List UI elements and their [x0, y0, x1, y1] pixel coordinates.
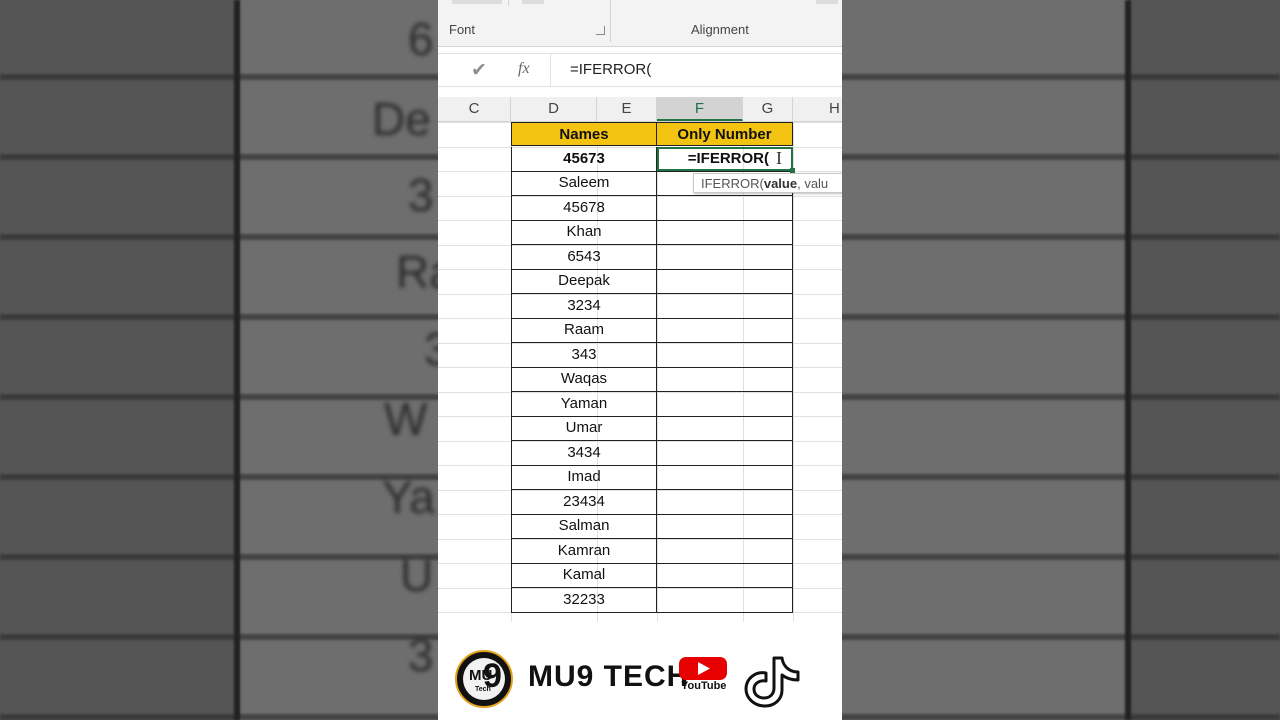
- name-cell[interactable]: Khan: [511, 220, 657, 245]
- insert-function-icon[interactable]: fx: [518, 60, 530, 78]
- only-number-cell[interactable]: [656, 465, 793, 490]
- brand-bar: MU 9 Tech MU9 TECH YouTube: [438, 630, 842, 720]
- name-cell[interactable]: Kamran: [511, 539, 657, 564]
- active-cell-value: =IFERROR(: [687, 150, 769, 167]
- background-text: 3: [408, 169, 434, 221]
- name-cell[interactable]: 45673: [511, 147, 657, 172]
- background-gridline-vertical: [1125, 0, 1131, 720]
- formula-bar: ✔ fx =IFERROR(: [438, 53, 842, 87]
- name-cell[interactable]: Kamal: [511, 563, 657, 588]
- ribbon-control-stub: [452, 0, 502, 4]
- function-tooltip[interactable]: IFERROR(value, valu: [693, 173, 842, 193]
- name-cell[interactable]: 343: [511, 343, 657, 368]
- text-cursor-icon: I: [776, 148, 782, 168]
- background-gridline-vertical: [234, 0, 240, 720]
- only-number-cell[interactable]: [656, 416, 793, 441]
- ribbon-separator: [610, 0, 611, 42]
- only-number-cell[interactable]: [656, 196, 793, 221]
- column-header-e[interactable]: E: [597, 97, 657, 121]
- only-number-cell[interactable]: [656, 294, 793, 319]
- column-header-h[interactable]: H: [793, 97, 842, 121]
- dialog-launcher-icon[interactable]: [596, 26, 605, 35]
- only-number-cell[interactable]: [656, 539, 793, 564]
- youtube-label: YouTube: [681, 680, 727, 692]
- logo-tech: Tech: [475, 686, 491, 693]
- ribbon-group-alignment-label: Alignment: [691, 22, 749, 37]
- tooltip-current-argument[interactable]: value: [764, 176, 797, 191]
- only-number-cell[interactable]: [656, 245, 793, 270]
- name-cell[interactable]: 32233: [511, 588, 657, 613]
- background-text: Ya: [382, 471, 435, 523]
- ribbon-group-font-label: Font: [449, 22, 476, 37]
- only-number-cell[interactable]: [656, 563, 793, 588]
- tooltip-rest: , valu: [797, 176, 829, 191]
- background-text: 6: [408, 13, 434, 65]
- only-number-cell[interactable]: [656, 392, 793, 417]
- name-cell[interactable]: Saleem: [511, 171, 657, 196]
- name-cell[interactable]: Yaman: [511, 392, 657, 417]
- column-header-g[interactable]: G: [743, 97, 793, 121]
- only-number-cell[interactable]: [656, 514, 793, 539]
- gridline-vertical: [793, 122, 794, 622]
- formula-input[interactable]: =IFERROR(: [570, 61, 651, 78]
- header-names[interactable]: Names: [511, 122, 657, 146]
- header-only-number[interactable]: Only Number: [656, 122, 793, 146]
- background-text: U: [400, 549, 434, 601]
- check-icon[interactable]: ✔: [471, 59, 487, 82]
- name-cell[interactable]: 3234: [511, 294, 657, 319]
- name-cell[interactable]: Umar: [511, 416, 657, 441]
- name-cell[interactable]: 3434: [511, 441, 657, 466]
- ribbon-control-stub: [816, 0, 838, 4]
- tooltip-function-name: IFERROR(: [701, 176, 764, 191]
- ribbon: Font Alignment: [438, 0, 842, 47]
- background-text: W: [384, 393, 428, 445]
- column-header-f[interactable]: F: [657, 97, 743, 121]
- tiktok-icon: [744, 656, 800, 708]
- mu9-logo-icon: MU 9 Tech: [455, 650, 513, 708]
- ribbon-separator: [508, 0, 509, 6]
- column-header-c[interactable]: C: [438, 97, 511, 121]
- background-text: 3: [408, 629, 434, 681]
- name-cell[interactable]: Raam: [511, 318, 657, 343]
- name-cell[interactable]: Waqas: [511, 367, 657, 392]
- name-cell[interactable]: 45678: [511, 196, 657, 221]
- name-cell[interactable]: 23434: [511, 490, 657, 515]
- only-number-cell[interactable]: [656, 367, 793, 392]
- name-cell[interactable]: Salman: [511, 514, 657, 539]
- ribbon-control-stub: [522, 0, 544, 4]
- only-number-cell[interactable]: [656, 220, 793, 245]
- only-number-cell[interactable]: [656, 588, 793, 613]
- name-cell[interactable]: 6543: [511, 245, 657, 270]
- formula-bar-controls: ✔ fx: [438, 54, 551, 86]
- only-number-cell[interactable]: [656, 318, 793, 343]
- only-number-cell[interactable]: [656, 343, 793, 368]
- only-number-cell[interactable]: [656, 490, 793, 515]
- excel-window: Font Alignment ✔ fx =IFERROR( C D E F G …: [438, 0, 842, 720]
- name-cell[interactable]: Deepak: [511, 269, 657, 294]
- active-cell[interactable]: =IFERROR(: [657, 147, 793, 171]
- column-headers: C D E F G H: [438, 97, 842, 122]
- background-text: De: [372, 93, 431, 145]
- column-header-d[interactable]: D: [511, 97, 597, 121]
- name-cell[interactable]: Imad: [511, 465, 657, 490]
- only-number-cell[interactable]: [656, 269, 793, 294]
- only-number-cell[interactable]: [656, 441, 793, 466]
- brand-name: MU9 TECH: [528, 660, 690, 693]
